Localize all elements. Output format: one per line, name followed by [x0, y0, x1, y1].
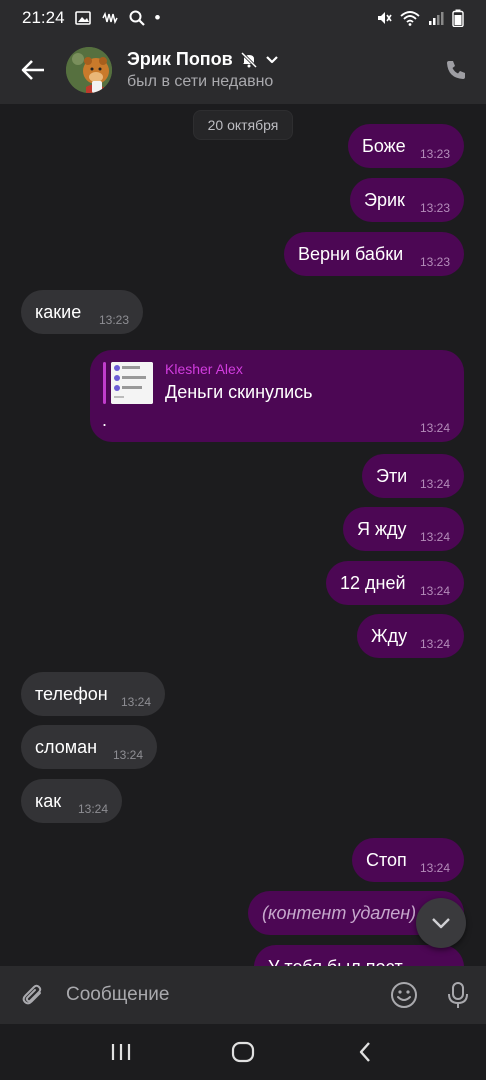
message-bubble[interactable]: какие 13:23: [21, 290, 143, 334]
message-text: .: [102, 410, 108, 430]
message-text: Стоп: [366, 849, 407, 870]
message-time: 13:24: [77, 802, 108, 816]
message-time: 13:24: [419, 637, 450, 651]
emoji-button[interactable]: [378, 966, 430, 1024]
message-bubble[interactable]: Эрик 13:23: [350, 178, 464, 222]
reply-thumbnail[interactable]: [111, 362, 153, 404]
paperclip-icon: [22, 984, 42, 1005]
message-text: Жду: [371, 625, 408, 646]
system-nav-bar: [0, 1024, 486, 1080]
recent-apps-button[interactable]: [91, 1024, 151, 1080]
gallery-icon: [74, 11, 91, 25]
reply-quote-text: Деньги скинулись: [165, 382, 313, 402]
message-time: 13:24: [120, 695, 151, 709]
contact-row: Эрик Попов: [127, 49, 279, 70]
message-text: 12 дней: [340, 572, 406, 593]
message-bubble[interactable]: Стоп 13:24: [352, 838, 464, 882]
search-icon: [129, 10, 145, 26]
emoji-icon: [391, 982, 417, 1008]
nav-back-button[interactable]: [335, 1024, 395, 1080]
home-icon: [231, 1041, 255, 1063]
attach-button[interactable]: [0, 966, 66, 1024]
message-bubble[interactable]: Эти 13:24: [362, 454, 464, 498]
avatar[interactable]: [66, 47, 112, 93]
status-right: [376, 9, 464, 27]
chat-header: Эрик Попов был в сети недавно: [0, 36, 486, 104]
message-time: 13:23: [419, 147, 450, 161]
message-time: 13:24: [419, 861, 450, 875]
message-text: (контент удален): [262, 902, 417, 923]
signal-icon: [428, 10, 444, 26]
message-text: Эрик: [364, 189, 405, 210]
message-time: 13:23: [419, 201, 450, 215]
message-bubble[interactable]: У тебя был пост: [254, 945, 464, 966]
chevron-down-icon: [432, 918, 450, 929]
message-text: Эти: [376, 465, 408, 486]
message-list[interactable]: 20 октября Боже 13:23 Эрик 13:23 Верни б…: [0, 104, 486, 966]
message-time: 13:24: [419, 477, 450, 491]
home-button[interactable]: [213, 1024, 273, 1080]
message-bubble[interactable]: 12 дней 13:24: [326, 561, 464, 605]
reply-author: Klesher Alex: [165, 361, 243, 377]
message-text: телефон: [35, 683, 108, 704]
message-text: Верни бабки: [298, 243, 404, 264]
microphone-icon: [448, 982, 468, 1008]
message-bubble[interactable]: сломан 13:24: [21, 725, 157, 769]
date-separator: 20 октября: [193, 110, 293, 140]
message-time: 13:24: [112, 748, 143, 762]
message-time: 13:23: [98, 313, 129, 327]
mute-icon: [376, 10, 392, 26]
muted-bell-icon: [240, 51, 257, 68]
message-input[interactable]: [66, 966, 378, 1024]
chevron-down-icon[interactable]: [265, 55, 279, 65]
battery-icon: [452, 9, 464, 27]
message-time: 13:23: [419, 255, 450, 269]
status-bar: 21:24 •: [0, 0, 486, 36]
recent-apps-icon: [111, 1044, 131, 1060]
message-text: какие: [35, 301, 82, 322]
phone-icon: [447, 61, 465, 79]
nav-back-icon: [359, 1042, 370, 1062]
message-text: сломан: [35, 736, 98, 757]
contact-status: был в сети недавно: [127, 73, 274, 90]
message-text: как: [35, 790, 62, 811]
message-bubble[interactable]: как 13:24: [21, 779, 122, 823]
reply-message-bubble[interactable]: Klesher Alex Деньги скинулись . 13:24: [90, 350, 464, 442]
back-arrow-icon: [21, 60, 44, 80]
message-time: 13:24: [419, 584, 450, 598]
message-time: 13:24: [419, 421, 450, 435]
message-text: Я жду: [357, 518, 407, 539]
message-text: У тебя был пост: [268, 957, 403, 967]
message-bubble[interactable]: Верни бабки 13:23: [284, 232, 464, 276]
contact-name: Эрик Попов: [127, 49, 233, 69]
call-button[interactable]: [442, 56, 470, 84]
header-text[interactable]: Эрик Попов был в сети недавно: [127, 49, 279, 91]
message-text: Боже: [362, 135, 406, 156]
voicemail-icon: [101, 11, 119, 25]
status-left: 21:24 •: [22, 8, 161, 28]
back-button[interactable]: [0, 36, 66, 104]
status-dot: •: [154, 8, 161, 27]
voice-message-button[interactable]: [430, 966, 486, 1024]
message-bubble[interactable]: Боже 13:23: [348, 124, 464, 168]
wifi-icon: [400, 10, 420, 26]
message-time: 13:24: [419, 530, 450, 544]
status-time: 21:24: [22, 8, 65, 27]
message-composer: [0, 966, 486, 1024]
message-bubble[interactable]: Я жду 13:24: [343, 507, 464, 551]
reply-accent-bar: [103, 362, 106, 404]
message-bubble[interactable]: телефон 13:24: [21, 672, 165, 716]
scroll-down-button[interactable]: [416, 898, 466, 948]
message-bubble[interactable]: Жду 13:24: [357, 614, 464, 658]
